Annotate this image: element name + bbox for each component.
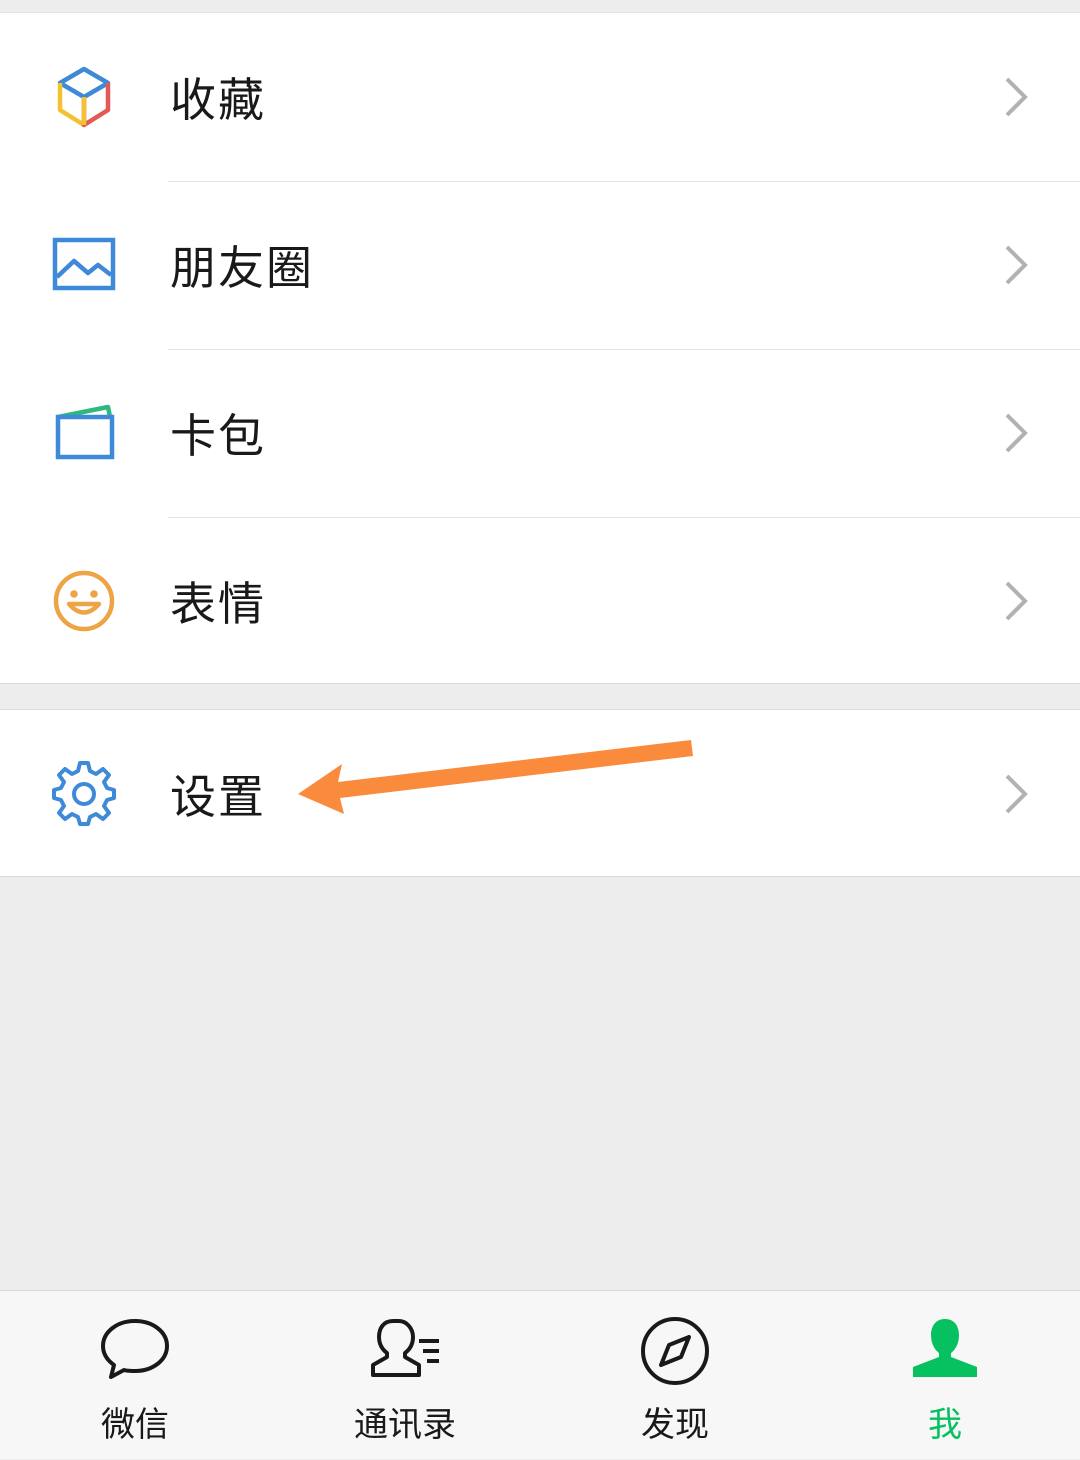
tab-contacts[interactable]: 通讯录 <box>305 1291 505 1460</box>
tab-chats[interactable]: 微信 <box>35 1291 235 1460</box>
chat-bubble-icon <box>97 1313 173 1389</box>
moments-image-icon <box>50 231 118 299</box>
chevron-right-icon <box>1002 579 1030 623</box>
tab-label: 微信 <box>101 1405 169 1445</box>
menu-item-label: 设置 <box>170 770 266 824</box>
chevron-right-icon <box>1002 411 1030 455</box>
top-strip <box>0 0 1080 12</box>
chevron-right-icon <box>1002 75 1030 119</box>
settings-gear-icon <box>50 760 118 828</box>
menu-group-main: 收藏 朋友圈 卡包 表情 <box>0 12 1080 684</box>
tab-label: 我 <box>928 1405 962 1445</box>
person-icon <box>907 1313 983 1389</box>
menu-item-label: 表情 <box>170 577 266 631</box>
tab-label: 发现 <box>641 1405 709 1445</box>
bottom-tab-bar: 微信 通讯录 发现 我 <box>0 1290 1080 1459</box>
menu-item-label: 卡包 <box>170 409 266 463</box>
chevron-right-icon <box>1002 772 1030 816</box>
menu-item-stickers[interactable]: 表情 <box>0 517 1080 685</box>
tab-me[interactable]: 我 <box>845 1291 1045 1460</box>
card-wallet-icon <box>50 399 118 467</box>
menu-item-card-wallet[interactable]: 卡包 <box>0 349 1080 517</box>
chevron-right-icon <box>1002 243 1030 287</box>
menu-item-moments[interactable]: 朋友圈 <box>0 181 1080 349</box>
tab-discover[interactable]: 发现 <box>575 1291 775 1460</box>
compass-icon <box>637 1313 713 1389</box>
contacts-icon <box>367 1313 443 1389</box>
tab-label: 通讯录 <box>354 1405 456 1445</box>
menu-item-label: 收藏 <box>170 73 266 127</box>
menu-item-label: 朋友圈 <box>170 241 314 295</box>
annotation-arrow <box>298 740 693 814</box>
sticker-smiley-icon <box>50 567 118 635</box>
favorites-cube-icon <box>50 63 118 131</box>
menu-item-favorites[interactable]: 收藏 <box>0 13 1080 181</box>
